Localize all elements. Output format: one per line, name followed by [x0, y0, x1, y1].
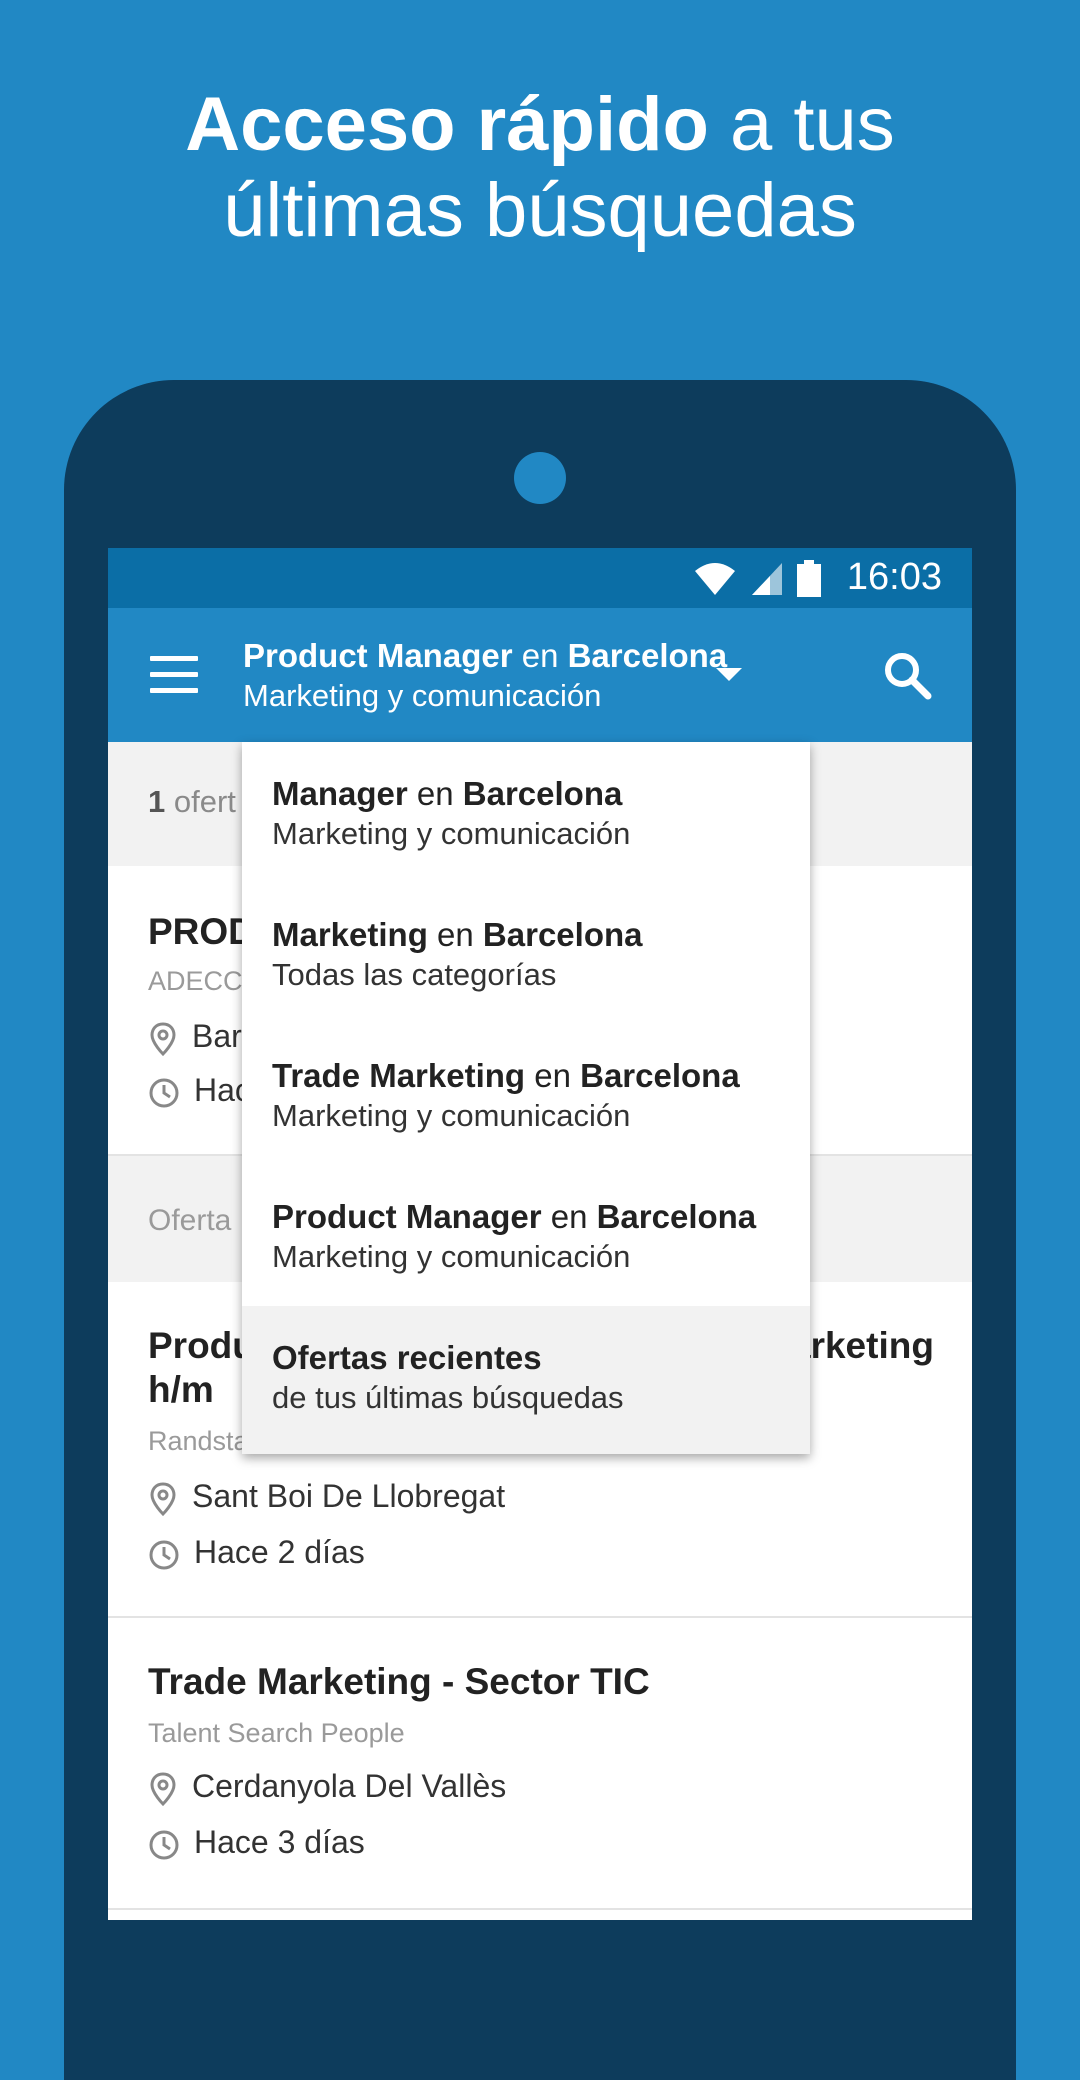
- location-pin-icon: [150, 1022, 176, 1056]
- search-title: Product Manager en Barcelona: [243, 636, 727, 676]
- recent-offers-subtitle: de tus últimas búsquedas: [272, 1380, 624, 1415]
- caret-down-icon[interactable]: [716, 668, 742, 681]
- job-title-end: arketing: [790, 1325, 934, 1366]
- search-title-selector[interactable]: Product Manager en Barcelona Marketing y…: [243, 636, 727, 716]
- search-connector: en: [512, 637, 568, 674]
- clock-icon: [149, 1540, 179, 1570]
- job-company: Randsta: [148, 1426, 249, 1456]
- job-title: Trade Marketing - Sector TIC: [148, 1661, 650, 1702]
- status-bar: 16:03: [108, 548, 972, 608]
- phone-camera: [514, 452, 566, 504]
- recent-offers-item[interactable]: Ofertas recientes de tus últimas búsqued…: [242, 1306, 810, 1454]
- recent-offers-title: Ofertas recientes: [272, 1339, 542, 1376]
- section-label: Oferta: [148, 1204, 232, 1237]
- headline-line1: Acceso rápido a tus: [0, 82, 1080, 168]
- job-title: PROD: [148, 911, 255, 952]
- job-location: Sant Boi De Llobregat: [148, 1478, 505, 1516]
- job-title: Produ: [148, 1325, 255, 1366]
- search-icon[interactable]: [882, 650, 932, 700]
- job-company: Talent Search People: [148, 1718, 405, 1748]
- clock-icon: [149, 1078, 179, 1108]
- job-location: Bar: [148, 1018, 242, 1056]
- results-count: 1 ofert: [148, 784, 236, 819]
- search-category: Marketing y comunicación: [243, 678, 602, 713]
- search-location: Barcelona: [567, 637, 728, 674]
- job-card[interactable]: Trade Marketing - Sector TIC Talent Sear…: [108, 1618, 972, 1910]
- app-bar: Product Manager en Barcelona Marketing y…: [108, 608, 972, 742]
- job-time: Hace 3 días: [148, 1824, 365, 1861]
- battery-icon: [797, 560, 821, 597]
- recent-searches-dropdown: Manager en Barcelona Marketing y comunic…: [242, 742, 810, 1454]
- recent-search-item[interactable]: Marketing en Barcelona Todas las categor…: [242, 883, 810, 1024]
- job-time: Hac: [148, 1072, 251, 1109]
- status-icons: [685, 560, 822, 598]
- location-pin-icon: [150, 1772, 176, 1806]
- job-title-line2: h/m: [148, 1369, 214, 1410]
- job-location: Cerdanyola Del Vallès: [148, 1768, 506, 1806]
- recent-search-item[interactable]: Trade Marketing en Barcelona Marketing y…: [242, 1024, 810, 1165]
- wifi-icon: [695, 563, 736, 595]
- recent-search-item[interactable]: Product Manager en Barcelona Marketing y…: [242, 1165, 810, 1306]
- search-query: Product Manager: [243, 637, 513, 674]
- location-pin-icon: [150, 1482, 176, 1516]
- headline-rest: a tus: [708, 82, 895, 167]
- headline: Acceso rápido a tus últimas búsquedas: [0, 82, 1080, 254]
- phone-screen: 16:03 Product Manager en Barcelona Marke…: [108, 548, 972, 1920]
- status-time: 16:03: [846, 556, 942, 598]
- job-time: Hace 2 días: [148, 1534, 365, 1571]
- headline-bold: Acceso rápido: [185, 82, 709, 167]
- recent-search-item[interactable]: Manager en Barcelona Marketing y comunic…: [242, 742, 810, 883]
- hamburger-menu-icon[interactable]: [150, 656, 198, 696]
- cell-signal-icon: [751, 563, 782, 595]
- headline-line2: últimas búsquedas: [223, 168, 857, 253]
- clock-icon: [149, 1830, 179, 1860]
